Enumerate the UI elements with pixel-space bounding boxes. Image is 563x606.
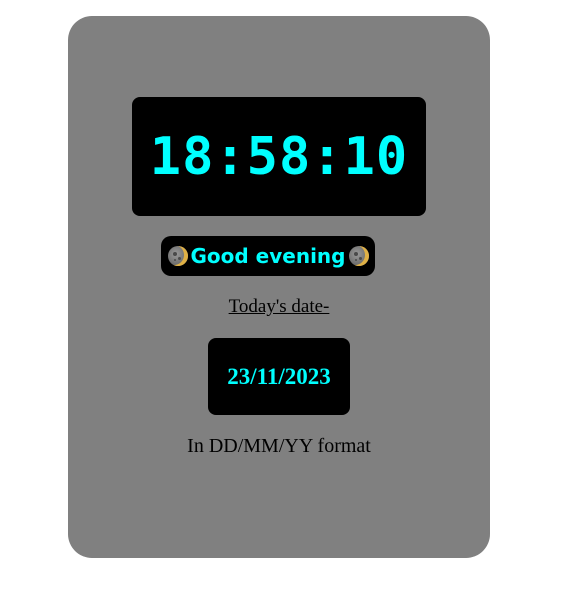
date-display: 23/11/2023 (208, 338, 350, 415)
date-label: Today's date- (228, 296, 330, 317)
greeting-text: Good evening (190, 244, 346, 268)
clock-time: 18:58:10 (149, 126, 409, 187)
clock-display: 18:58:10 (132, 97, 426, 216)
moon-icon (167, 246, 188, 266)
moon-icon (348, 246, 369, 266)
date-format-note: In DD/MM/YY format (187, 435, 371, 457)
clock-card: 18:58:10 Good evening Today's date- 23/1… (68, 16, 490, 558)
greeting-badge: Good evening (161, 236, 375, 276)
date-value: 23/11/2023 (227, 364, 331, 389)
